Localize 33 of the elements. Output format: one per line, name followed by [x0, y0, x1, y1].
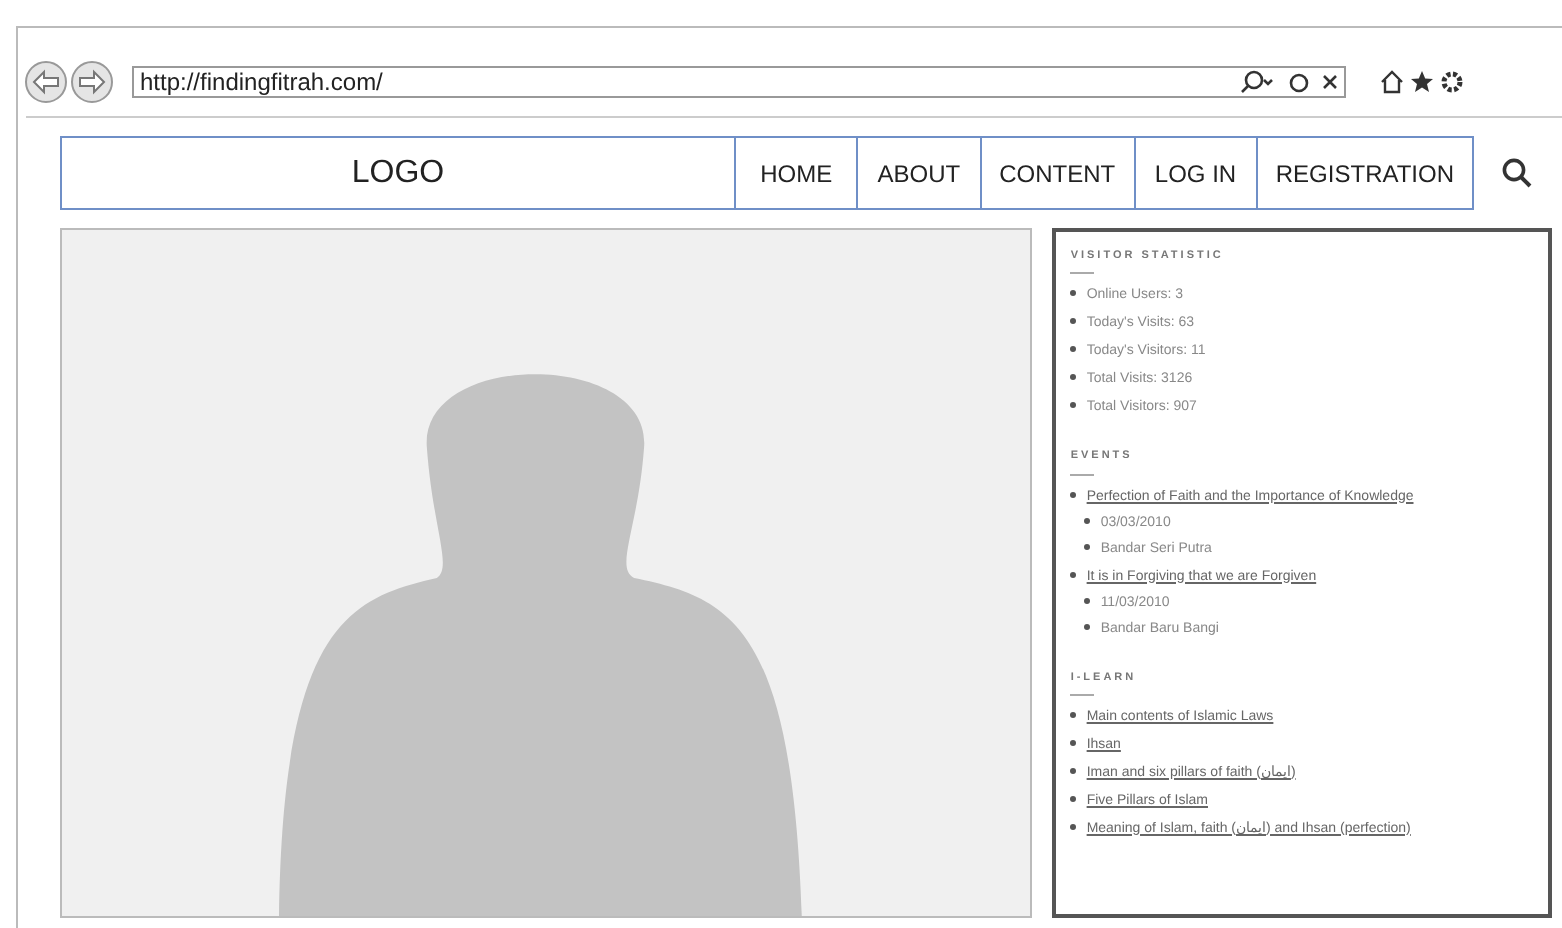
url-text: http://findingfitrah.com/	[140, 66, 383, 100]
nav-item[interactable]: HOME	[734, 138, 857, 208]
bullet-icon	[1070, 290, 1077, 297]
logo-text[interactable]: LOGO	[62, 138, 734, 208]
home-icon[interactable]	[1380, 70, 1404, 94]
refresh-icon[interactable]	[1288, 71, 1310, 93]
bullet-icon	[1070, 571, 1077, 577]
star-icon[interactable]	[1410, 70, 1434, 94]
nav-item[interactable]: ABOUT	[856, 138, 980, 208]
search-icon[interactable]	[1240, 70, 1276, 94]
nav-item[interactable]: LOG IN	[1133, 138, 1256, 208]
bullet-icon	[1070, 346, 1077, 353]
forward-icon[interactable]	[70, 60, 114, 104]
bullet-icon	[1084, 597, 1091, 603]
nav-item[interactable]: REGISTRATION	[1255, 138, 1473, 208]
close-icon[interactable]	[1322, 74, 1338, 90]
bullet-icon	[1084, 543, 1091, 549]
bullet-icon	[1070, 823, 1077, 830]
bullet-icon	[1070, 374, 1077, 381]
back-icon[interactable]	[24, 60, 68, 104]
bullet-icon	[1070, 711, 1077, 718]
search-icon[interactable]	[1502, 158, 1532, 188]
bullet-icon	[1070, 739, 1077, 746]
bullet-icon	[1084, 517, 1091, 523]
bullet-icon	[1070, 318, 1077, 325]
bullet-icon	[1070, 767, 1077, 774]
nav-item[interactable]: CONTENT	[979, 138, 1134, 208]
address-bar[interactable]: http://findingfitrah.com/	[132, 66, 1346, 98]
bullet-icon	[1070, 402, 1077, 409]
bullet-icon	[1070, 491, 1077, 497]
bullet-icon	[1070, 795, 1077, 802]
settings-icon[interactable]	[1440, 70, 1464, 94]
bullet-icon	[1084, 623, 1091, 629]
